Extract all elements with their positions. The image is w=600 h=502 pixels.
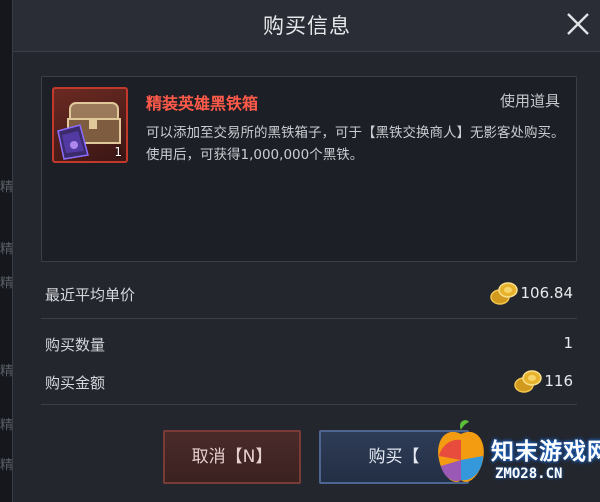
item-name: 精装英雄黑铁箱	[146, 94, 259, 113]
avg-price-value: 106.84	[520, 284, 574, 302]
treasure-chest-icon: 1	[52, 87, 128, 163]
cancel-button[interactable]: 取消【N】	[163, 430, 301, 484]
avg-price-row: 最近平均单价 106.84	[41, 278, 577, 312]
item-info-panel: 1 精装英雄黑铁箱 使用道具 可以添加至交易所的黑铁箱子，可于【黑铁交换商人】无…	[41, 76, 577, 262]
total-label: 购买金额	[45, 374, 106, 392]
dialog-titlebar: 购买信息	[13, 0, 600, 52]
quantity-value: 1	[563, 334, 573, 352]
purchase-dialog: 购买信息 1 精装英雄黑铁箱 使用道具 可以添加至交易所的黑铁箱子，可于【黑铁交…	[12, 0, 600, 502]
watermark-url: ZMO28.CN	[495, 466, 563, 482]
divider	[41, 404, 577, 405]
close-icon[interactable]	[565, 11, 591, 37]
total-row: 购买金额 116	[41, 366, 577, 400]
divider	[41, 318, 577, 319]
item-count: 1	[114, 145, 122, 159]
item-description: 可以添加至交易所的黑铁箱子，可于【黑铁交换商人】无影客处购买。使用后，可获得1,…	[146, 125, 565, 163]
gold-coin-icon	[490, 282, 518, 305]
quantity-label: 购买数量	[45, 336, 106, 354]
gold-coin-icon	[514, 370, 542, 393]
total-value: 116	[544, 372, 573, 390]
avg-price-label: 最近平均单价	[45, 286, 136, 304]
watermark: 知末游戏网 ZMO28.CN	[431, 410, 600, 502]
quantity-row: 购买数量 1	[41, 328, 577, 362]
apple-logo-icon	[438, 420, 484, 482]
dialog-title: 购买信息	[263, 14, 351, 38]
item-type: 使用道具	[499, 92, 560, 110]
watermark-text: 知末游戏网	[491, 439, 600, 465]
